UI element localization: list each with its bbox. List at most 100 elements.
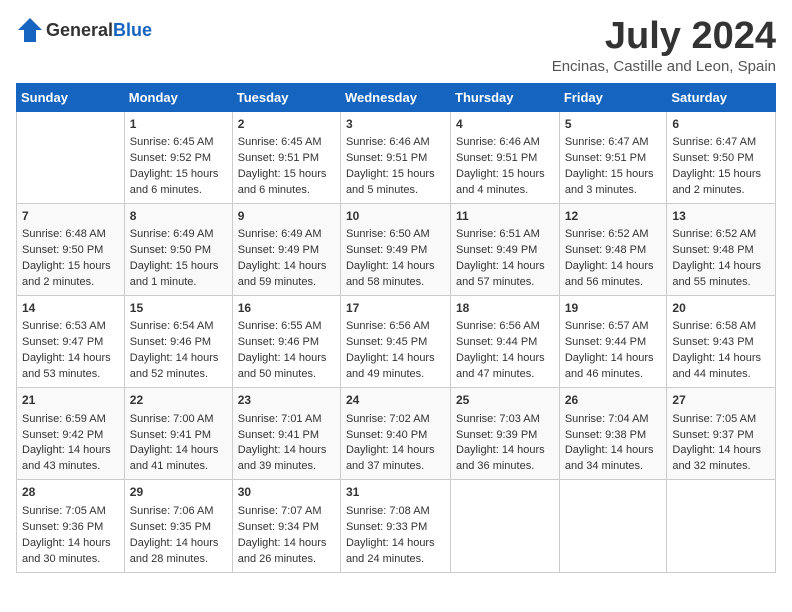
cell-content: and 6 minutes. [130, 183, 227, 199]
cell-content: Sunrise: 6:59 AM [22, 412, 119, 428]
day-number: 31 [346, 484, 445, 501]
cell-content: Sunset: 9:51 PM [238, 151, 335, 167]
day-number: 25 [456, 392, 554, 409]
cell-content: Sunset: 9:46 PM [238, 335, 335, 351]
calendar-cell: 23Sunrise: 7:01 AMSunset: 9:41 PMDayligh… [232, 388, 340, 480]
cell-content: and 30 minutes. [22, 552, 119, 568]
cell-content: Sunrise: 7:04 AM [565, 412, 662, 428]
calendar-cell: 4Sunrise: 6:46 AMSunset: 9:51 PMDaylight… [451, 111, 560, 203]
cell-content: Daylight: 14 hours [22, 536, 119, 552]
calendar-cell: 18Sunrise: 6:56 AMSunset: 9:44 PMDayligh… [451, 296, 560, 388]
cell-content: Sunset: 9:50 PM [22, 243, 119, 259]
location-title: Encinas, Castille and Leon, Spain [552, 58, 776, 75]
calendar-cell: 1Sunrise: 6:45 AMSunset: 9:52 PMDaylight… [124, 111, 232, 203]
cell-content: Sunrise: 6:48 AM [22, 227, 119, 243]
cell-content: Sunrise: 6:51 AM [456, 227, 554, 243]
day-number: 19 [565, 300, 662, 317]
cell-content: and 58 minutes. [346, 275, 445, 291]
calendar-cell: 19Sunrise: 6:57 AMSunset: 9:44 PMDayligh… [559, 296, 667, 388]
cell-content: Sunset: 9:51 PM [346, 151, 445, 167]
cell-content: and 49 minutes. [346, 367, 445, 383]
day-number: 1 [130, 116, 227, 133]
day-number: 9 [238, 208, 335, 225]
cell-content: Daylight: 15 hours [22, 259, 119, 275]
logo: GeneralBlue [16, 16, 152, 44]
calendar-cell: 14Sunrise: 6:53 AMSunset: 9:47 PMDayligh… [17, 296, 125, 388]
cell-content: Sunset: 9:42 PM [22, 428, 119, 444]
weekday-header: Saturday [667, 83, 776, 111]
calendar-cell [451, 480, 560, 572]
cell-content: Sunrise: 7:00 AM [130, 412, 227, 428]
cell-content: and 59 minutes. [238, 275, 335, 291]
cell-content: Sunrise: 6:56 AM [456, 319, 554, 335]
cell-content: Sunset: 9:37 PM [672, 428, 770, 444]
day-number: 12 [565, 208, 662, 225]
cell-content: and 57 minutes. [456, 275, 554, 291]
cell-content: Daylight: 14 hours [346, 259, 445, 275]
cell-content: Sunset: 9:34 PM [238, 520, 335, 536]
month-title: July 2024 [552, 16, 776, 58]
cell-content: and 28 minutes. [130, 552, 227, 568]
day-number: 10 [346, 208, 445, 225]
calendar-cell: 9Sunrise: 6:49 AMSunset: 9:49 PMDaylight… [232, 203, 340, 295]
cell-content: Daylight: 14 hours [130, 443, 227, 459]
cell-content: Sunrise: 6:57 AM [565, 319, 662, 335]
calendar-cell: 2Sunrise: 6:45 AMSunset: 9:51 PMDaylight… [232, 111, 340, 203]
cell-content: and 34 minutes. [565, 459, 662, 475]
calendar-cell: 6Sunrise: 6:47 AMSunset: 9:50 PMDaylight… [667, 111, 776, 203]
weekday-header: Friday [559, 83, 667, 111]
calendar-cell: 22Sunrise: 7:00 AMSunset: 9:41 PMDayligh… [124, 388, 232, 480]
calendar-week-row: 7Sunrise: 6:48 AMSunset: 9:50 PMDaylight… [17, 203, 776, 295]
day-number: 8 [130, 208, 227, 225]
cell-content: Daylight: 14 hours [238, 536, 335, 552]
cell-content: Sunset: 9:49 PM [238, 243, 335, 259]
cell-content: Daylight: 15 hours [238, 167, 335, 183]
calendar-cell: 5Sunrise: 6:47 AMSunset: 9:51 PMDaylight… [559, 111, 667, 203]
cell-content: Sunset: 9:43 PM [672, 335, 770, 351]
cell-content: and 53 minutes. [22, 367, 119, 383]
weekday-row: SundayMondayTuesdayWednesdayThursdayFrid… [17, 83, 776, 111]
cell-content: Sunset: 9:47 PM [22, 335, 119, 351]
calendar-cell: 28Sunrise: 7:05 AMSunset: 9:36 PMDayligh… [17, 480, 125, 572]
cell-content: Sunrise: 6:52 AM [565, 227, 662, 243]
cell-content: and 46 minutes. [565, 367, 662, 383]
cell-content: Daylight: 14 hours [565, 443, 662, 459]
calendar-cell [17, 111, 125, 203]
cell-content: Sunset: 9:52 PM [130, 151, 227, 167]
cell-content: and 50 minutes. [238, 367, 335, 383]
cell-content: and 6 minutes. [238, 183, 335, 199]
cell-content: and 43 minutes. [22, 459, 119, 475]
cell-content: Daylight: 14 hours [238, 351, 335, 367]
cell-content: and 1 minute. [130, 275, 227, 291]
cell-content: Sunset: 9:39 PM [456, 428, 554, 444]
day-number: 15 [130, 300, 227, 317]
cell-content: and 26 minutes. [238, 552, 335, 568]
day-number: 23 [238, 392, 335, 409]
day-number: 4 [456, 116, 554, 133]
page-header: GeneralBlue July 2024 Encinas, Castille … [16, 16, 776, 75]
cell-content: and 32 minutes. [672, 459, 770, 475]
cell-content: Sunset: 9:49 PM [456, 243, 554, 259]
cell-content: Sunrise: 6:45 AM [130, 135, 227, 151]
cell-content: Sunset: 9:44 PM [565, 335, 662, 351]
calendar-week-row: 21Sunrise: 6:59 AMSunset: 9:42 PMDayligh… [17, 388, 776, 480]
weekday-header: Sunday [17, 83, 125, 111]
cell-content: Sunset: 9:51 PM [565, 151, 662, 167]
cell-content: Sunrise: 6:58 AM [672, 319, 770, 335]
cell-content: Sunrise: 6:53 AM [22, 319, 119, 335]
day-number: 26 [565, 392, 662, 409]
cell-content: Sunset: 9:33 PM [346, 520, 445, 536]
cell-content: Sunset: 9:44 PM [456, 335, 554, 351]
logo-icon [16, 16, 44, 44]
calendar-cell: 25Sunrise: 7:03 AMSunset: 9:39 PMDayligh… [451, 388, 560, 480]
calendar-cell: 15Sunrise: 6:54 AMSunset: 9:46 PMDayligh… [124, 296, 232, 388]
day-number: 5 [565, 116, 662, 133]
cell-content: Sunrise: 6:47 AM [565, 135, 662, 151]
cell-content: Daylight: 15 hours [130, 259, 227, 275]
cell-content: and 2 minutes. [22, 275, 119, 291]
day-number: 29 [130, 484, 227, 501]
cell-content: Daylight: 14 hours [22, 351, 119, 367]
calendar-cell: 7 Sunrise: 6:48 AMSunset: 9:50 PMDaylight… [17, 203, 125, 295]
cell-content: Daylight: 14 hours [672, 351, 770, 367]
day-number: 7 [22, 208, 119, 225]
